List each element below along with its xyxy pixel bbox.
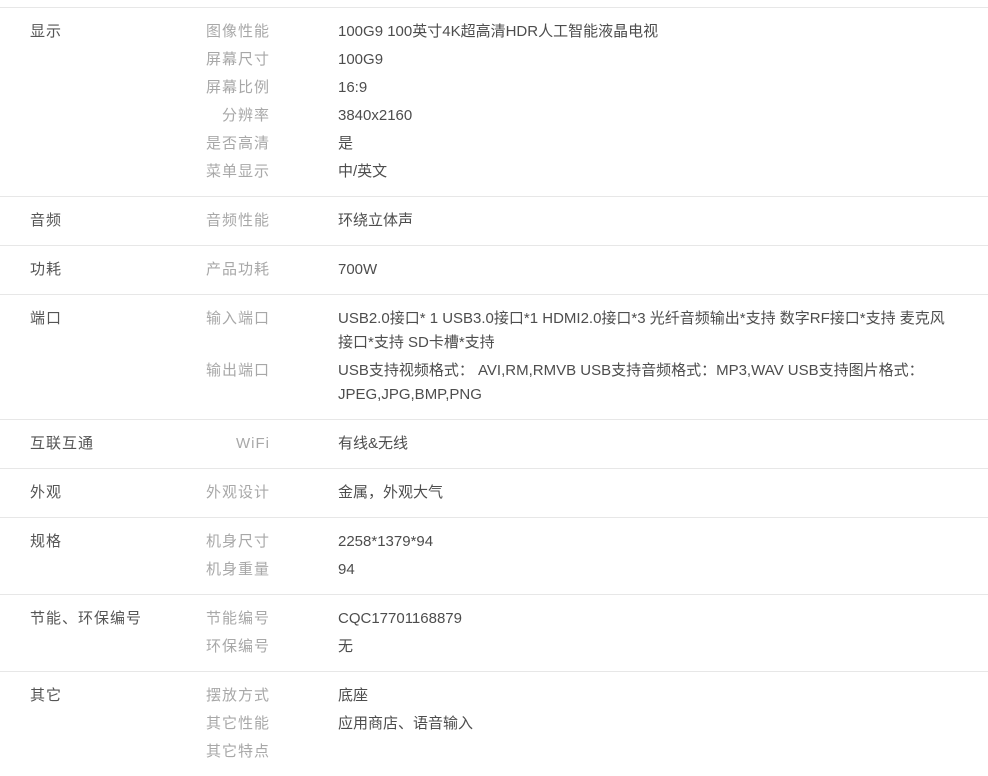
spec-group-connectivity: 互联互通 WiFi 有线&无线 <box>0 419 988 468</box>
spec-row: 外观设计 金属，外观大气 <box>180 479 988 507</box>
spec-value: 是 <box>338 130 950 158</box>
spec-row: 其它特点 <box>180 738 988 766</box>
spec-group-dimensions: 规格 机身尺寸 2258*1379*94 机身重量 94 <box>0 517 988 594</box>
spec-value: USB支持视频格式： AVI,RM,RMVB USB支持音频格式：MP3,WAV… <box>338 357 950 409</box>
spec-group-ports: 端口 输入端口 USB2.0接口* 1 USB3.0接口*1 HDMI2.0接口… <box>0 294 988 419</box>
spec-row: 是否高清 是 <box>180 130 988 158</box>
spec-row: 机身重量 94 <box>180 556 988 584</box>
spec-row: 输出端口 USB支持视频格式： AVI,RM,RMVB USB支持音频格式：MP… <box>180 357 988 409</box>
group-title: 显示 <box>30 18 180 46</box>
spec-value: 94 <box>338 556 950 584</box>
spec-group-audio: 音频 音频性能 环绕立体声 <box>0 196 988 245</box>
group-title: 音频 <box>30 207 180 235</box>
spec-value: 无 <box>338 633 950 661</box>
spec-row: 图像性能 100G9 100英寸4K超高清HDR人工智能液晶电视 <box>180 18 988 46</box>
group-title: 互联互通 <box>30 430 180 458</box>
group-title: 功耗 <box>30 256 180 284</box>
spec-label: 其它特点 <box>180 738 270 766</box>
spec-label: 是否高清 <box>180 130 270 158</box>
spec-label: 节能编号 <box>180 605 270 633</box>
spec-label: 其它性能 <box>180 710 270 738</box>
spec-row: 菜单显示 中/英文 <box>180 158 988 186</box>
spec-value: 100G9 <box>338 46 950 74</box>
spec-label: 摆放方式 <box>180 682 270 710</box>
spec-label: 输出端口 <box>180 357 270 385</box>
spec-value <box>338 738 950 742</box>
spec-row: 摆放方式 底座 <box>180 682 988 710</box>
spec-label: 图像性能 <box>180 18 270 46</box>
spec-label: 音频性能 <box>180 207 270 235</box>
spec-label: 产品功耗 <box>180 256 270 284</box>
spec-row: WiFi 有线&无线 <box>180 430 988 458</box>
group-rows: 节能编号 CQC17701168879 环保编号 无 <box>180 605 988 661</box>
spec-table: 显示 图像性能 100G9 100英寸4K超高清HDR人工智能液晶电视 屏幕尺寸… <box>0 7 988 776</box>
group-rows: 摆放方式 底座 其它性能 应用商店、语音输入 其它特点 <box>180 682 988 766</box>
spec-value: 底座 <box>338 682 950 710</box>
spec-group-appearance: 外观 外观设计 金属，外观大气 <box>0 468 988 517</box>
group-title: 规格 <box>30 528 180 556</box>
spec-label: 菜单显示 <box>180 158 270 186</box>
spec-value: 3840x2160 <box>338 102 950 130</box>
group-title: 节能、环保编号 <box>30 605 180 633</box>
spec-row: 产品功耗 700W <box>180 256 988 284</box>
spec-value: 16:9 <box>338 74 950 102</box>
spec-label: 机身尺寸 <box>180 528 270 556</box>
group-title: 其它 <box>30 682 180 710</box>
spec-label: 分辨率 <box>180 102 270 130</box>
group-rows: WiFi 有线&无线 <box>180 430 988 458</box>
group-title: 外观 <box>30 479 180 507</box>
spec-value: 环绕立体声 <box>338 207 950 235</box>
spec-value: 应用商店、语音输入 <box>338 710 950 738</box>
group-rows: 图像性能 100G9 100英寸4K超高清HDR人工智能液晶电视 屏幕尺寸 10… <box>180 18 988 186</box>
spec-group-power: 功耗 产品功耗 700W <box>0 245 988 294</box>
spec-label: 外观设计 <box>180 479 270 507</box>
spec-value: 700W <box>338 256 950 284</box>
spec-value: CQC17701168879 <box>338 605 950 633</box>
spec-label: 机身重量 <box>180 556 270 584</box>
spec-value: 2258*1379*94 <box>338 528 950 556</box>
spec-label: 环保编号 <box>180 633 270 661</box>
spec-group-display: 显示 图像性能 100G9 100英寸4K超高清HDR人工智能液晶电视 屏幕尺寸… <box>0 7 988 196</box>
spec-row: 环保编号 无 <box>180 633 988 661</box>
spec-value: 金属，外观大气 <box>338 479 950 507</box>
group-rows: 外观设计 金属，外观大气 <box>180 479 988 507</box>
group-title: 端口 <box>30 305 180 333</box>
spec-row: 机身尺寸 2258*1379*94 <box>180 528 988 556</box>
spec-row: 屏幕比例 16:9 <box>180 74 988 102</box>
product-spec-page: 显示 图像性能 100G9 100英寸4K超高清HDR人工智能液晶电视 屏幕尺寸… <box>0 0 988 776</box>
spec-value: 中/英文 <box>338 158 950 186</box>
spec-label: 输入端口 <box>180 305 270 333</box>
spec-row: 分辨率 3840x2160 <box>180 102 988 130</box>
spec-row: 节能编号 CQC17701168879 <box>180 605 988 633</box>
group-rows: 输入端口 USB2.0接口* 1 USB3.0接口*1 HDMI2.0接口*3 … <box>180 305 988 409</box>
spec-row: 输入端口 USB2.0接口* 1 USB3.0接口*1 HDMI2.0接口*3 … <box>180 305 988 357</box>
spec-label: WiFi <box>180 430 270 458</box>
spec-row: 屏幕尺寸 100G9 <box>180 46 988 74</box>
spec-row: 音频性能 环绕立体声 <box>180 207 988 235</box>
spec-group-other: 其它 摆放方式 底座 其它性能 应用商店、语音输入 其它特点 <box>0 671 988 776</box>
group-rows: 音频性能 环绕立体声 <box>180 207 988 235</box>
spec-value: 有线&无线 <box>338 430 950 458</box>
spec-label: 屏幕比例 <box>180 74 270 102</box>
spec-label: 屏幕尺寸 <box>180 46 270 74</box>
group-rows: 机身尺寸 2258*1379*94 机身重量 94 <box>180 528 988 584</box>
spec-group-certification: 节能、环保编号 节能编号 CQC17701168879 环保编号 无 <box>0 594 988 671</box>
spec-row: 其它性能 应用商店、语音输入 <box>180 710 988 738</box>
spec-value: USB2.0接口* 1 USB3.0接口*1 HDMI2.0接口*3 光纤音频输… <box>338 305 950 357</box>
spec-value: 100G9 100英寸4K超高清HDR人工智能液晶电视 <box>338 18 950 46</box>
group-rows: 产品功耗 700W <box>180 256 988 284</box>
